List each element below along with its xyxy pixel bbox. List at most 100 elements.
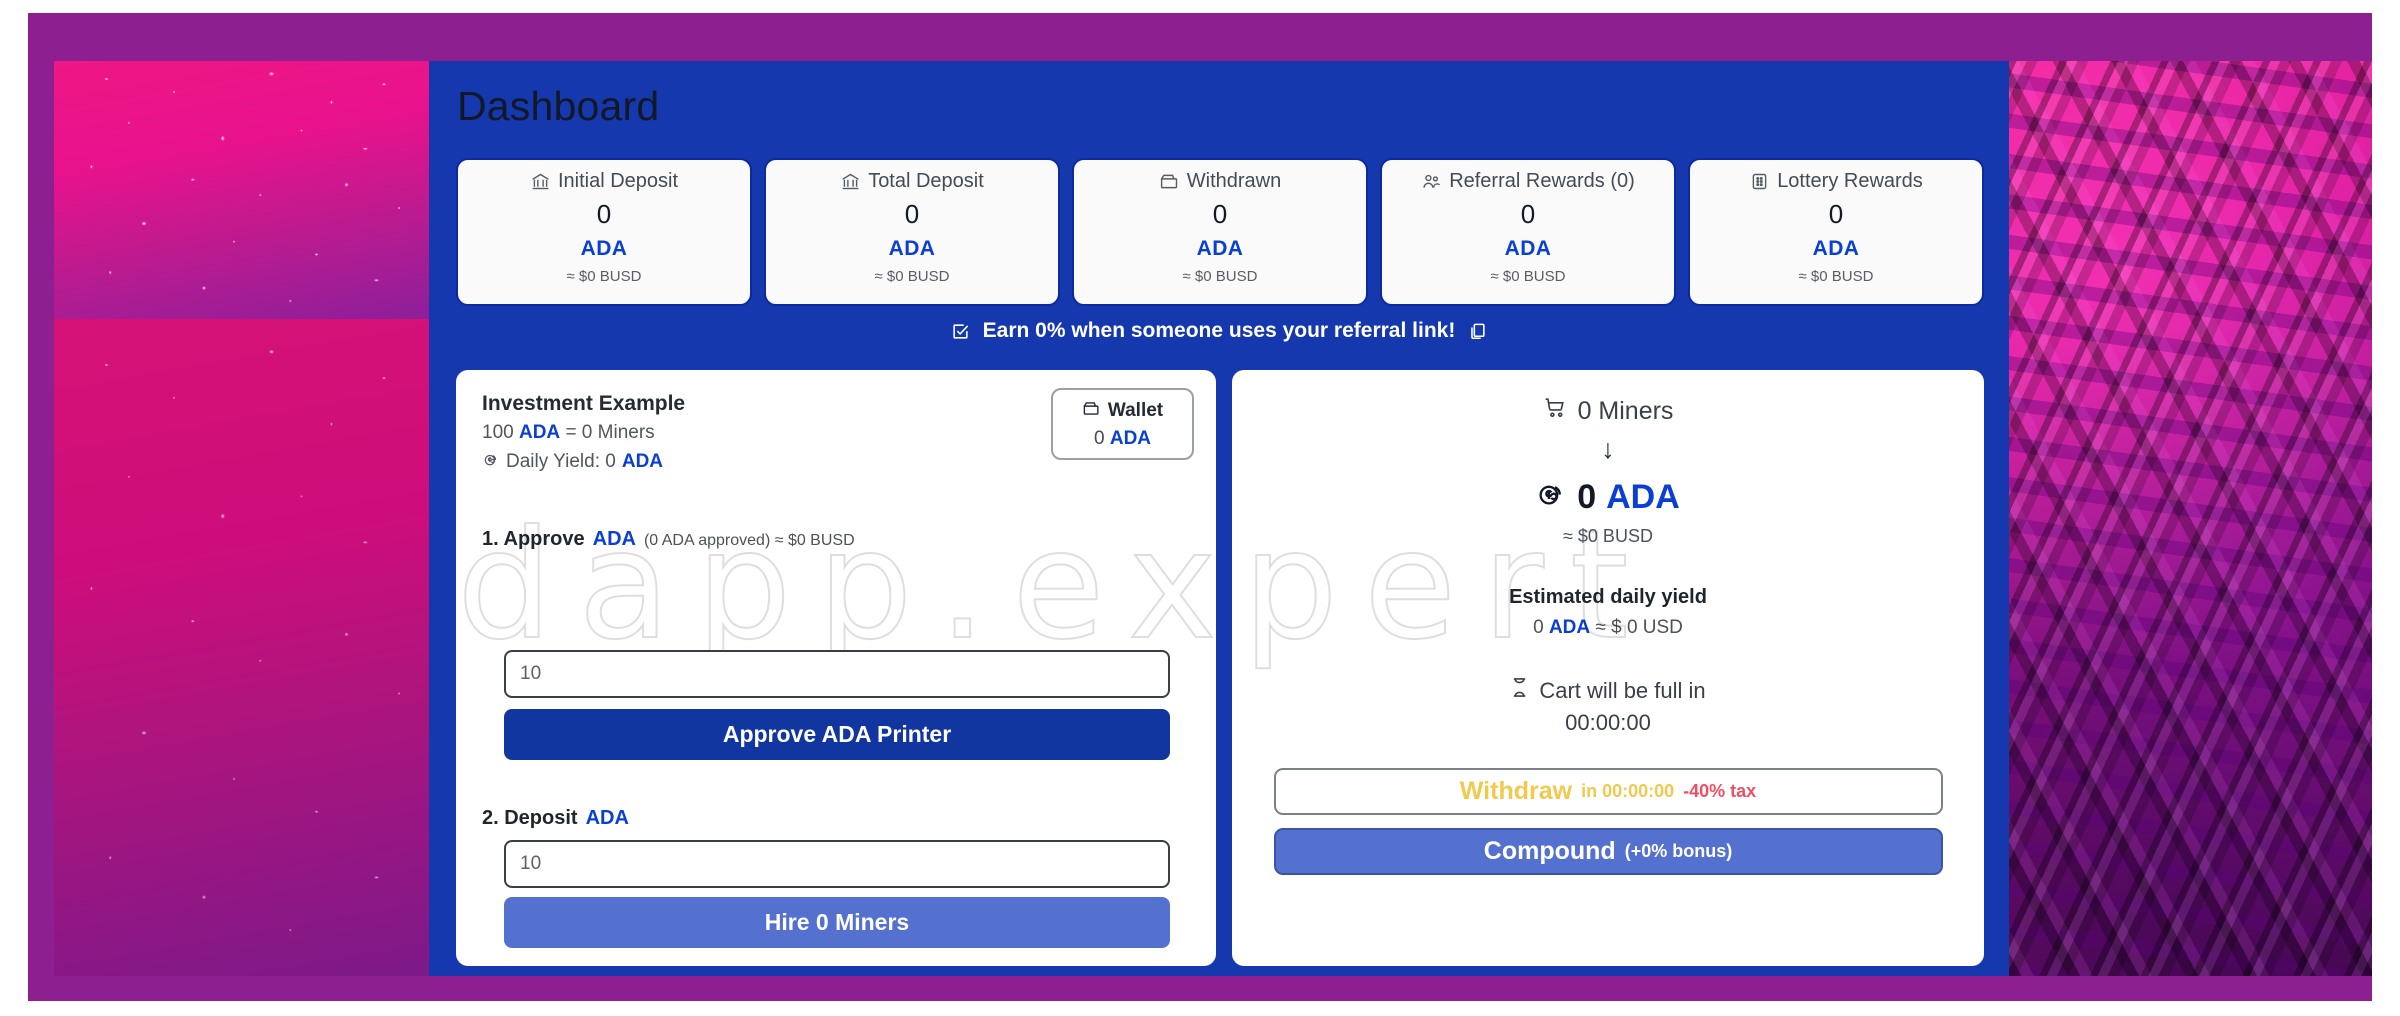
stat-approx: ≈ $0 BUSD [874, 268, 950, 285]
deposit-panel: Investment Example 100 ADA = 0 Miners Da… [456, 370, 1216, 966]
ticket-icon [1749, 171, 1770, 192]
miners-count-row: 0 Miners [1543, 395, 1674, 427]
balance-value: 0 [1577, 477, 1597, 516]
hire-miners-button[interactable]: Hire 0 Miners [504, 897, 1170, 948]
withdraw-countdown: in 00:00:00 [1581, 781, 1675, 801]
stat-currency: ADA [888, 237, 936, 260]
stat-value: 0 [1520, 199, 1536, 229]
stat-approx: ≈ $0 BUSD [566, 268, 642, 285]
checkbox-icon [951, 322, 970, 341]
stat-value: 0 [904, 199, 920, 229]
investment-currency: ADA [518, 422, 561, 443]
investment-equation: 100 ADA = 0 Miners [482, 422, 685, 444]
wallet-currency: ADA [1109, 427, 1152, 449]
stat-label: Referral Rewards (0) [1449, 170, 1635, 192]
stat-header: Initial Deposit [530, 170, 678, 193]
compound-button[interactable]: Compound (+0% bonus) [1273, 828, 1943, 875]
wallet-icon [1082, 399, 1101, 424]
approve-step-label: 1. Approve ADA (0 ADA approved) ≈ $0 BUS… [482, 528, 855, 551]
cart-icon [1543, 395, 1568, 427]
stats-row: Initial Deposit 0 ADA ≈ $0 BUSD Total De… [456, 158, 1984, 306]
wallet-value-row: 0 ADA [1094, 428, 1151, 450]
stat-currency: ADA [1196, 237, 1244, 260]
stat-card-initial-deposit[interactable]: Initial Deposit 0 ADA ≈ $0 BUSD [456, 158, 752, 306]
app-frame: Dashboard Initial Deposit 0 ADA ≈ $0 BUS… [28, 13, 2372, 1001]
estimated-yield-row: 0 ADA ≈ $ 0 USD [1533, 617, 1683, 639]
bank-icon [530, 171, 551, 192]
stat-value: 0 [1828, 199, 1844, 229]
approve-step-currency: ADA [592, 528, 636, 550]
people-icon [1421, 171, 1442, 192]
left-decorative-image [54, 61, 429, 976]
stat-currency: ADA [1504, 237, 1552, 260]
coin-icon [482, 450, 500, 474]
right-decorative-image [2009, 61, 2372, 976]
estimated-yield-approx: ≈ $ 0 USD [1595, 617, 1683, 638]
stat-approx: ≈ $0 BUSD [1490, 268, 1566, 285]
wallet-label: Wallet [1107, 400, 1164, 421]
bank-icon [840, 171, 861, 192]
withdraw-label: Withdraw [1459, 777, 1573, 805]
cart-timer-label: Cart will be full in [1539, 677, 1706, 703]
wallet-icon [1159, 171, 1180, 192]
daily-yield-currency: ADA [621, 451, 664, 472]
withdraw-button[interactable]: Withdraw in 00:00:00 -40% tax [1273, 768, 1943, 815]
stat-header: Total Deposit [840, 170, 984, 193]
investment-amount: 100 [482, 422, 514, 443]
daily-yield-row: Daily Yield: 0 ADA [482, 450, 685, 474]
approve-printer-button[interactable]: Approve ADA Printer [504, 709, 1170, 760]
miners-panel: 0 Miners ↓ 0 ADA ≈ $0 BUSD Estimated dai… [1232, 370, 1984, 966]
stat-value: 0 [596, 199, 612, 229]
deposit-step-text: 2. Deposit [482, 807, 578, 829]
approve-step-text: 1. Approve [482, 528, 585, 550]
stat-label: Initial Deposit [557, 170, 679, 192]
stat-header: Withdrawn [1159, 170, 1281, 193]
coins-icon [1536, 477, 1567, 517]
hourglass-icon [1510, 676, 1529, 705]
stat-header: Lottery Rewards [1749, 170, 1923, 193]
stat-label: Withdrawn [1186, 170, 1282, 192]
stat-currency: ADA [580, 237, 628, 260]
estimated-yield-currency: ADA [1548, 617, 1591, 638]
estimated-yield-title: Estimated daily yield [1509, 586, 1707, 608]
stat-card-total-deposit[interactable]: Total Deposit 0 ADA ≈ $0 BUSD [764, 158, 1060, 306]
stat-card-withdrawn[interactable]: Withdrawn 0 ADA ≈ $0 BUSD [1072, 158, 1368, 306]
compound-bonus: (+0% bonus) [1624, 841, 1733, 861]
investment-example: Investment Example 100 ADA = 0 Miners Da… [482, 392, 685, 474]
copy-icon[interactable] [1468, 322, 1487, 341]
wallet-value: 0 [1093, 427, 1105, 449]
estimated-yield-value: 0 [1533, 617, 1544, 638]
referral-text: Earn 0% when someone uses your referral … [982, 319, 1456, 342]
cart-timer-value: 00:00:00 [1565, 710, 1651, 735]
deposit-step-label: 2. Deposit ADA [482, 807, 629, 830]
approve-amount-input[interactable] [504, 650, 1170, 698]
balance-currency: ADA [1606, 477, 1680, 516]
deposit-amount-input[interactable] [504, 840, 1170, 888]
balance-approx: ≈ $0 BUSD [1563, 526, 1653, 546]
stat-label: Lottery Rewards [1777, 170, 1923, 192]
stat-card-referral-rewards[interactable]: Referral Rewards (0) 0 ADA ≈ $0 BUSD [1380, 158, 1676, 306]
arrow-down-icon: ↓ [1601, 434, 1615, 464]
referral-banner[interactable]: Earn 0% when someone uses your referral … [429, 319, 2009, 343]
stat-value: 0 [1212, 199, 1228, 229]
daily-yield-label: Daily Yield: 0 [506, 451, 616, 472]
balance-row: 0 ADA [1536, 477, 1680, 517]
wallet-header: Wallet [1082, 399, 1163, 424]
dashboard-panel: Dashboard Initial Deposit 0 ADA ≈ $0 BUS… [429, 61, 2009, 976]
compound-label: Compound [1483, 837, 1616, 865]
approve-step-detail: (0 ADA approved) ≈ $0 BUSD [643, 532, 855, 549]
cart-timer-row: Cart will be full in [1510, 676, 1706, 705]
investment-equals: = 0 Miners [565, 422, 655, 443]
withdraw-tax: -40% tax [1683, 781, 1757, 801]
stat-header: Referral Rewards (0) [1421, 170, 1635, 193]
miners-count-label: 0 Miners [1577, 396, 1674, 425]
wallet-box[interactable]: Wallet 0 ADA [1051, 388, 1194, 460]
investment-title: Investment Example [482, 392, 686, 415]
stat-approx: ≈ $0 BUSD [1798, 268, 1874, 285]
stat-label: Total Deposit [868, 170, 984, 192]
deposit-step-currency: ADA [585, 807, 629, 829]
stat-currency: ADA [1812, 237, 1860, 260]
page-title: Dashboard [457, 83, 660, 129]
stat-card-lottery-rewards[interactable]: Lottery Rewards 0 ADA ≈ $0 BUSD [1688, 158, 1984, 306]
stat-approx: ≈ $0 BUSD [1182, 268, 1258, 285]
